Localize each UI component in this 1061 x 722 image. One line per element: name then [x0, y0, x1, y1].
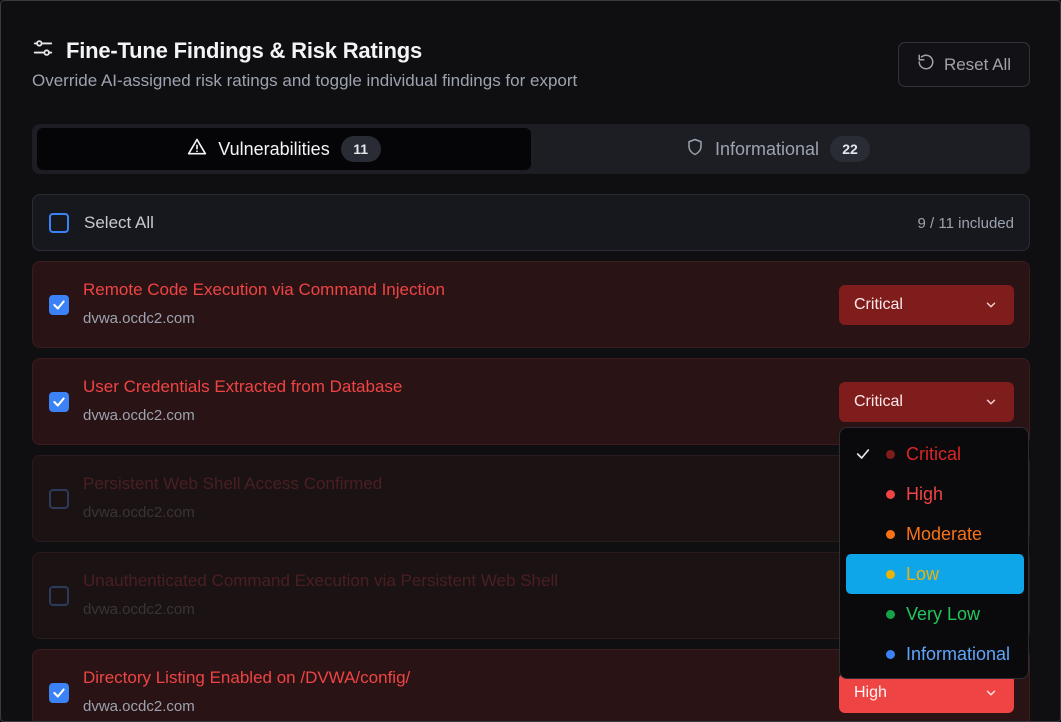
finding-host: dvwa.ocdc2.com [83, 504, 195, 521]
risk-rating-select[interactable]: Critical [839, 285, 1014, 325]
rating-option-label: Informational [906, 644, 1011, 664]
rating-option-low[interactable]: Low [846, 554, 1024, 594]
check-icon [53, 688, 65, 698]
finding-host: dvwa.ocdc2.com [83, 698, 195, 715]
sliders-icon [32, 37, 54, 64]
rating-option-label: High [906, 484, 944, 504]
page-subtitle: Override AI-assigned risk ratings and to… [32, 71, 578, 90]
rating-option-moderate[interactable]: Moderate [846, 514, 1024, 554]
finding-checkbox[interactable] [49, 392, 69, 412]
finding-title: Unauthenticated Command Execution via Pe… [83, 571, 558, 590]
check-icon [53, 397, 65, 407]
tab-count-badge: 11 [340, 136, 381, 162]
included-count: 9 / 11 included [917, 215, 1014, 232]
finding-host: dvwa.ocdc2.com [83, 310, 195, 327]
finding-checkbox[interactable] [49, 489, 69, 509]
check-icon [53, 300, 65, 310]
page-title: Fine-Tune Findings & Risk Ratings [66, 37, 423, 63]
tab-label: Informational [714, 138, 820, 159]
rating-option-label: Critical [906, 444, 962, 464]
tab-vulnerabilities[interactable]: Vulnerabilities 11 [37, 128, 531, 170]
app-frame: Fine-Tune Findings & Risk Ratings Overri… [0, 0, 1061, 722]
select-all-row: Select All 9 / 11 included [32, 194, 1030, 251]
rating-option-very-low[interactable]: Very Low [846, 594, 1024, 634]
risk-rating-menu: Critical High Moderate Low Very Low Info… [839, 427, 1029, 679]
finding-host: dvwa.ocdc2.com [83, 601, 195, 618]
rating-option-informational[interactable]: Informational [846, 634, 1024, 674]
rating-dot [886, 450, 895, 459]
warning-triangle-icon [187, 137, 207, 162]
tab-informational[interactable]: Informational 22 [531, 128, 1025, 170]
shield-icon [686, 137, 704, 162]
chevron-down-icon [986, 302, 996, 308]
finding-title: Persistent Web Shell Access Confirmed [83, 474, 383, 493]
finding-checkbox[interactable] [49, 295, 69, 315]
rating-option-label: Very Low [906, 604, 981, 624]
reset-all-label: Reset All [943, 54, 1012, 74]
rating-dot [886, 570, 895, 579]
select-all-checkbox[interactable] [49, 213, 69, 233]
risk-rating-value: Critical [854, 296, 903, 313]
finding-title: Remote Code Execution via Command Inject… [83, 280, 445, 299]
risk-rating-select[interactable]: High [839, 673, 1014, 713]
finding-row: Remote Code Execution via Command Inject… [32, 261, 1030, 348]
chevron-down-icon [986, 690, 996, 696]
rating-dot [886, 650, 895, 659]
select-all-label: Select All [84, 213, 154, 232]
rotate-ccw-icon [917, 53, 935, 76]
finding-title: Directory Listing Enabled on /DVWA/confi… [83, 668, 411, 687]
finding-title: User Credentials Extracted from Database [83, 377, 403, 396]
rating-dot [886, 530, 895, 539]
rating-option-critical[interactable]: Critical [846, 434, 1024, 474]
rating-option-high[interactable]: High [846, 474, 1024, 514]
rating-dot [886, 610, 895, 619]
check-icon [856, 449, 870, 459]
findings-tabs: Vulnerabilities 11 Informational 22 [32, 124, 1030, 174]
tab-label: Vulnerabilities [218, 138, 330, 159]
risk-rating-select[interactable]: Critical [839, 382, 1014, 422]
rating-option-label: Moderate [906, 524, 983, 544]
chevron-down-icon [986, 399, 996, 405]
finding-checkbox[interactable] [49, 586, 69, 606]
risk-rating-value: High [854, 684, 887, 701]
risk-rating-value: Critical [854, 393, 903, 410]
rating-option-label: Low [906, 564, 940, 584]
reset-all-button[interactable]: Reset All [898, 42, 1030, 87]
rating-dot [886, 490, 895, 499]
finding-checkbox[interactable] [49, 683, 69, 703]
page-header: Fine-Tune Findings & Risk Ratings Overri… [32, 37, 577, 91]
finding-host: dvwa.ocdc2.com [83, 407, 195, 424]
tab-count-badge: 22 [830, 136, 871, 162]
